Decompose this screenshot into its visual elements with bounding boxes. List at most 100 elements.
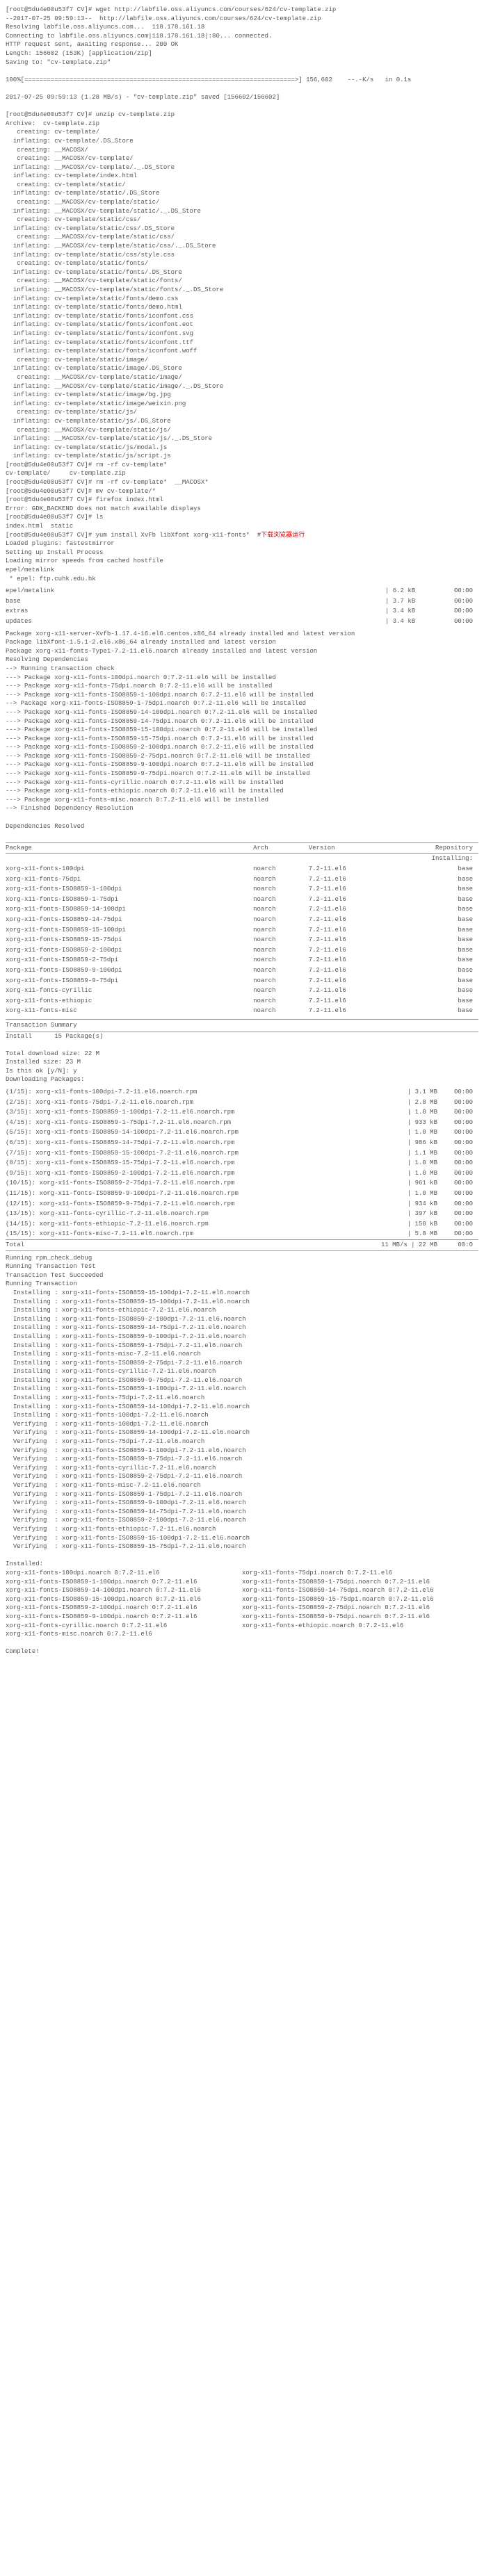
unzip-line: inflating: __MACOSX/cv-template/static/i… [6, 382, 478, 391]
step-line: Installing : xorg-x11-fonts-ISO8859-1-10… [6, 1385, 478, 1394]
unzip-line: inflating: cv-template/static/fonts/demo… [6, 295, 478, 304]
unzip-line: inflating: cv-template/static/.DS_Store [6, 189, 478, 198]
pkg-row: xorg-x11-fonts-ISO8859-2-75dpinoarch7.2-… [6, 955, 478, 965]
pkg-row: xorg-x11-fonts-ISO8859-2-100dpinoarch7.2… [6, 945, 478, 956]
dep-line: ---> Package xorg-x11-fonts-ISO8859-9-75… [6, 769, 478, 778]
step-line: Installing : xorg-x11-fonts-ISO8859-15-1… [6, 1298, 478, 1307]
dl-row: (3/15): xorg-x11-fonts-ISO8859-1-100dpi-… [6, 1107, 478, 1118]
firefox-cmd: [root@5du4e00u53f7 CV]# firefox index.ht… [6, 496, 478, 505]
step-line: Installing : xorg-x11-fonts-100dpi-7.2-1… [6, 1411, 478, 1420]
wget-req: HTTP request sent, awaiting response... … [6, 40, 478, 49]
wget-resolve: Resolving labfile.oss.aliyuncs.com... 11… [6, 23, 478, 32]
dep-line: ---> Package xorg-x11-fonts-ISO8859-1-10… [6, 691, 478, 700]
unzip-line: inflating: cv-template/static/js/.DS_Sto… [6, 417, 478, 426]
pkg-row: xorg-x11-fonts-100dpinoarch7.2-11.el6bas… [6, 864, 478, 874]
dep-line: ---> Package xorg-x11-fonts-cyrillic.noa… [6, 778, 478, 788]
dl-row: (4/15): xorg-x11-fonts-ISO8859-1-75dpi-7… [6, 1118, 478, 1128]
installed-hdr: Installed: [6, 1560, 478, 1569]
trans-line: Running Transaction Test [6, 1262, 478, 1271]
dep-line: ---> Package xorg-x11-fonts-ISO8859-2-10… [6, 743, 478, 752]
step-line: Verifying : xorg-x11-fonts-cyrillic-7.2-… [6, 1464, 478, 1473]
rm-cmd-2: [root@5du4e00u53f7 CV]# rm -rf cv-templa… [6, 478, 478, 487]
unzip-line: creating: __MACOSX/cv-template/static/fo… [6, 277, 478, 286]
complete: Complete! [6, 1647, 478, 1656]
yum-pre-line: Setting up Install Process [6, 548, 478, 557]
unzip-line: inflating: cv-template/static/js/modal.j… [6, 443, 478, 453]
terminal-output: [root@5du4e00u53f7 CV]# wget http://labf… [6, 6, 478, 1656]
step-line: Verifying : xorg-x11-fonts-75dpi-7.2-11.… [6, 1437, 478, 1446]
dl-row: (8/15): xorg-x11-fonts-ISO8859-15-75dpi-… [6, 1158, 478, 1168]
unzip-line: creating: cv-template/static/ [6, 181, 478, 190]
cv-line: cv-template/ cv-template.zip [6, 469, 478, 478]
unzip-line: inflating: cv-template/static/css/.DS_St… [6, 225, 478, 234]
dl-row: (11/15): xorg-x11-fonts-ISO8859-9-100dpi… [6, 1189, 478, 1199]
dl-row: (14/15): xorg-x11-fonts-ethiopic-7.2-11.… [6, 1219, 478, 1230]
dl-row: (10/15): xorg-x11-fonts-ISO8859-2-75dpi-… [6, 1178, 478, 1189]
yum-pre-line: epel/metalink [6, 566, 478, 575]
unzip-line: inflating: cv-template/static/fonts/icon… [6, 320, 478, 329]
installed-item: xorg-x11-fonts-ISO8859-1-75dpi.noarch 0:… [242, 1578, 478, 1587]
unzip-line: creating: __MACOSX/cv-template/static/im… [6, 373, 478, 382]
pkg-table: PackageArchVersionRepository Installing:… [6, 842, 478, 1016]
download-table: (1/15): xorg-x11-fonts-100dpi-7.2-11.el6… [6, 1087, 478, 1251]
dl-row: (5/15): xorg-x11-fonts-ISO8859-14-100dpi… [6, 1127, 478, 1138]
wget-done: 2017-07-25 09:59:13 (1.28 MB/s) - "cv-te… [6, 93, 478, 102]
step-line: Verifying : xorg-x11-fonts-ISO8859-15-10… [6, 1534, 478, 1543]
unzip-line: creating: __MACOSX/ [6, 146, 478, 155]
unzip-line: creating: __MACOSX/cv-template/static/js… [6, 426, 478, 435]
installing-hdr: Installing: [6, 854, 478, 864]
unzip-line: creating: cv-template/static/js/ [6, 408, 478, 417]
unzip-line: inflating: cv-template/static/image/.DS_… [6, 364, 478, 373]
step-line: Installing : xorg-x11-fonts-ethiopic-7.2… [6, 1306, 478, 1315]
step-line: Installing : xorg-x11-fonts-misc-7.2-11.… [6, 1350, 478, 1359]
wget-cmd: [root@5du4e00u53f7 CV]# wget http://labf… [6, 6, 478, 15]
dep-line: ---> Package xorg-x11-fonts-100dpi.noarc… [6, 674, 478, 683]
dl-row: (6/15): xorg-x11-fonts-ISO8859-14-75dpi-… [6, 1138, 478, 1148]
mv-cmd: [root@5du4e00u53f7 CV]# mv cv-template/* [6, 487, 478, 496]
wget-save: Saving to: "cv-template.zip" [6, 58, 478, 67]
step-line: Verifying : xorg-x11-fonts-ISO8859-2-100… [6, 1516, 478, 1525]
pkg-row: xorg-x11-fonts-ISO8859-9-100dpinoarch7.2… [6, 965, 478, 976]
dep-line: ---> Package xorg-x11-fonts-ISO8859-15-1… [6, 726, 478, 735]
unzip-cmd: [root@5du4e00u53f7 CV]# unzip cv-templat… [6, 111, 478, 120]
unzip-line: creating: cv-template/ [6, 128, 478, 137]
unzip-line: inflating: cv-template/static/js/script.… [6, 452, 478, 461]
unzip-line: inflating: cv-template/.DS_Store [6, 137, 478, 146]
repo-row: extras| 3.4 kB00:00 [6, 606, 478, 617]
unzip-archive: Archive: cv-template.zip [6, 120, 478, 129]
step-line: Installing : xorg-x11-fonts-ISO8859-9-10… [6, 1332, 478, 1342]
ls-cmd: [root@5du4e00u53f7 CV]# ls [6, 513, 478, 522]
pkg-row: xorg-x11-fonts-ISO8859-14-100dpinoarch7.… [6, 904, 478, 915]
pkg-row: xorg-x11-fonts-ISO8859-14-75dpinoarch7.2… [6, 915, 478, 925]
dl-row: (12/15): xorg-x11-fonts-ISO8859-9-75dpi-… [6, 1199, 478, 1209]
step-line: Verifying : xorg-x11-fonts-ISO8859-14-75… [6, 1508, 478, 1517]
step-line: Installing : xorg-x11-fonts-ISO8859-15-1… [6, 1289, 478, 1298]
step-line: Installing : xorg-x11-fonts-cyrillic-7.2… [6, 1367, 478, 1376]
yum-pre-line: Loaded plugins: fastestmirror [6, 539, 478, 548]
step-line: Verifying : xorg-x11-fonts-ethiopic-7.2-… [6, 1525, 478, 1534]
installed-item: xorg-x11-fonts-ISO8859-2-75dpi.noarch 0:… [242, 1604, 478, 1613]
dl-row: (1/15): xorg-x11-fonts-100dpi-7.2-11.el6… [6, 1087, 478, 1098]
pkg-row: xorg-x11-fonts-miscnoarch7.2-11.el6base [6, 1006, 478, 1016]
total-line: Downloading Packages: [6, 1075, 478, 1084]
step-line: Installing : xorg-x11-fonts-ISO8859-14-1… [6, 1403, 478, 1412]
installed-item: xorg-x11-fonts-ISO8859-14-75dpi.noarch 0… [242, 1586, 478, 1595]
running-check: --> Running transaction check [6, 665, 478, 674]
installed-item: xorg-x11-fonts-cyrillic.noarch 0:7.2-11.… [6, 1622, 242, 1631]
unzip-line: inflating: cv-template/index.html [6, 172, 478, 181]
fin-dep: --> Finished Dependency Resolution [6, 804, 478, 813]
step-line: Installing : xorg-x11-fonts-ISO8859-1-75… [6, 1342, 478, 1351]
dep-line: ---> Package xorg-x11-fonts-ethiopic.noa… [6, 787, 478, 796]
dl-row: (15/15): xorg-x11-fonts-misc-7.2-11.el6.… [6, 1229, 478, 1239]
installed-item: xorg-x11-fonts-ISO8859-15-75dpi.noarch 0… [242, 1595, 478, 1604]
installed-item: xorg-x11-fonts-ISO8859-15-100dpi.noarch … [6, 1595, 242, 1604]
pkg-row: xorg-x11-fonts-ISO8859-9-75dpinoarch7.2-… [6, 976, 478, 986]
dep-line: ---> Package xorg-x11-fonts-ISO8859-2-75… [6, 752, 478, 761]
wget-progress: 100%[===================================… [6, 76, 478, 85]
unzip-line: creating: cv-template/static/image/ [6, 356, 478, 365]
unzip-line: inflating: __MACOSX/cv-template/static/f… [6, 286, 478, 295]
pkg-already: Package xorg-x11-fonts-Type1-7.2-11.el6.… [6, 647, 478, 656]
dl-row: (2/15): xorg-x11-fonts-75dpi-7.2-11.el6.… [6, 1098, 478, 1108]
unzip-line: inflating: cv-template/static/image/bg.j… [6, 391, 478, 400]
step-line: Verifying : xorg-x11-fonts-ISO8859-9-100… [6, 1499, 478, 1508]
